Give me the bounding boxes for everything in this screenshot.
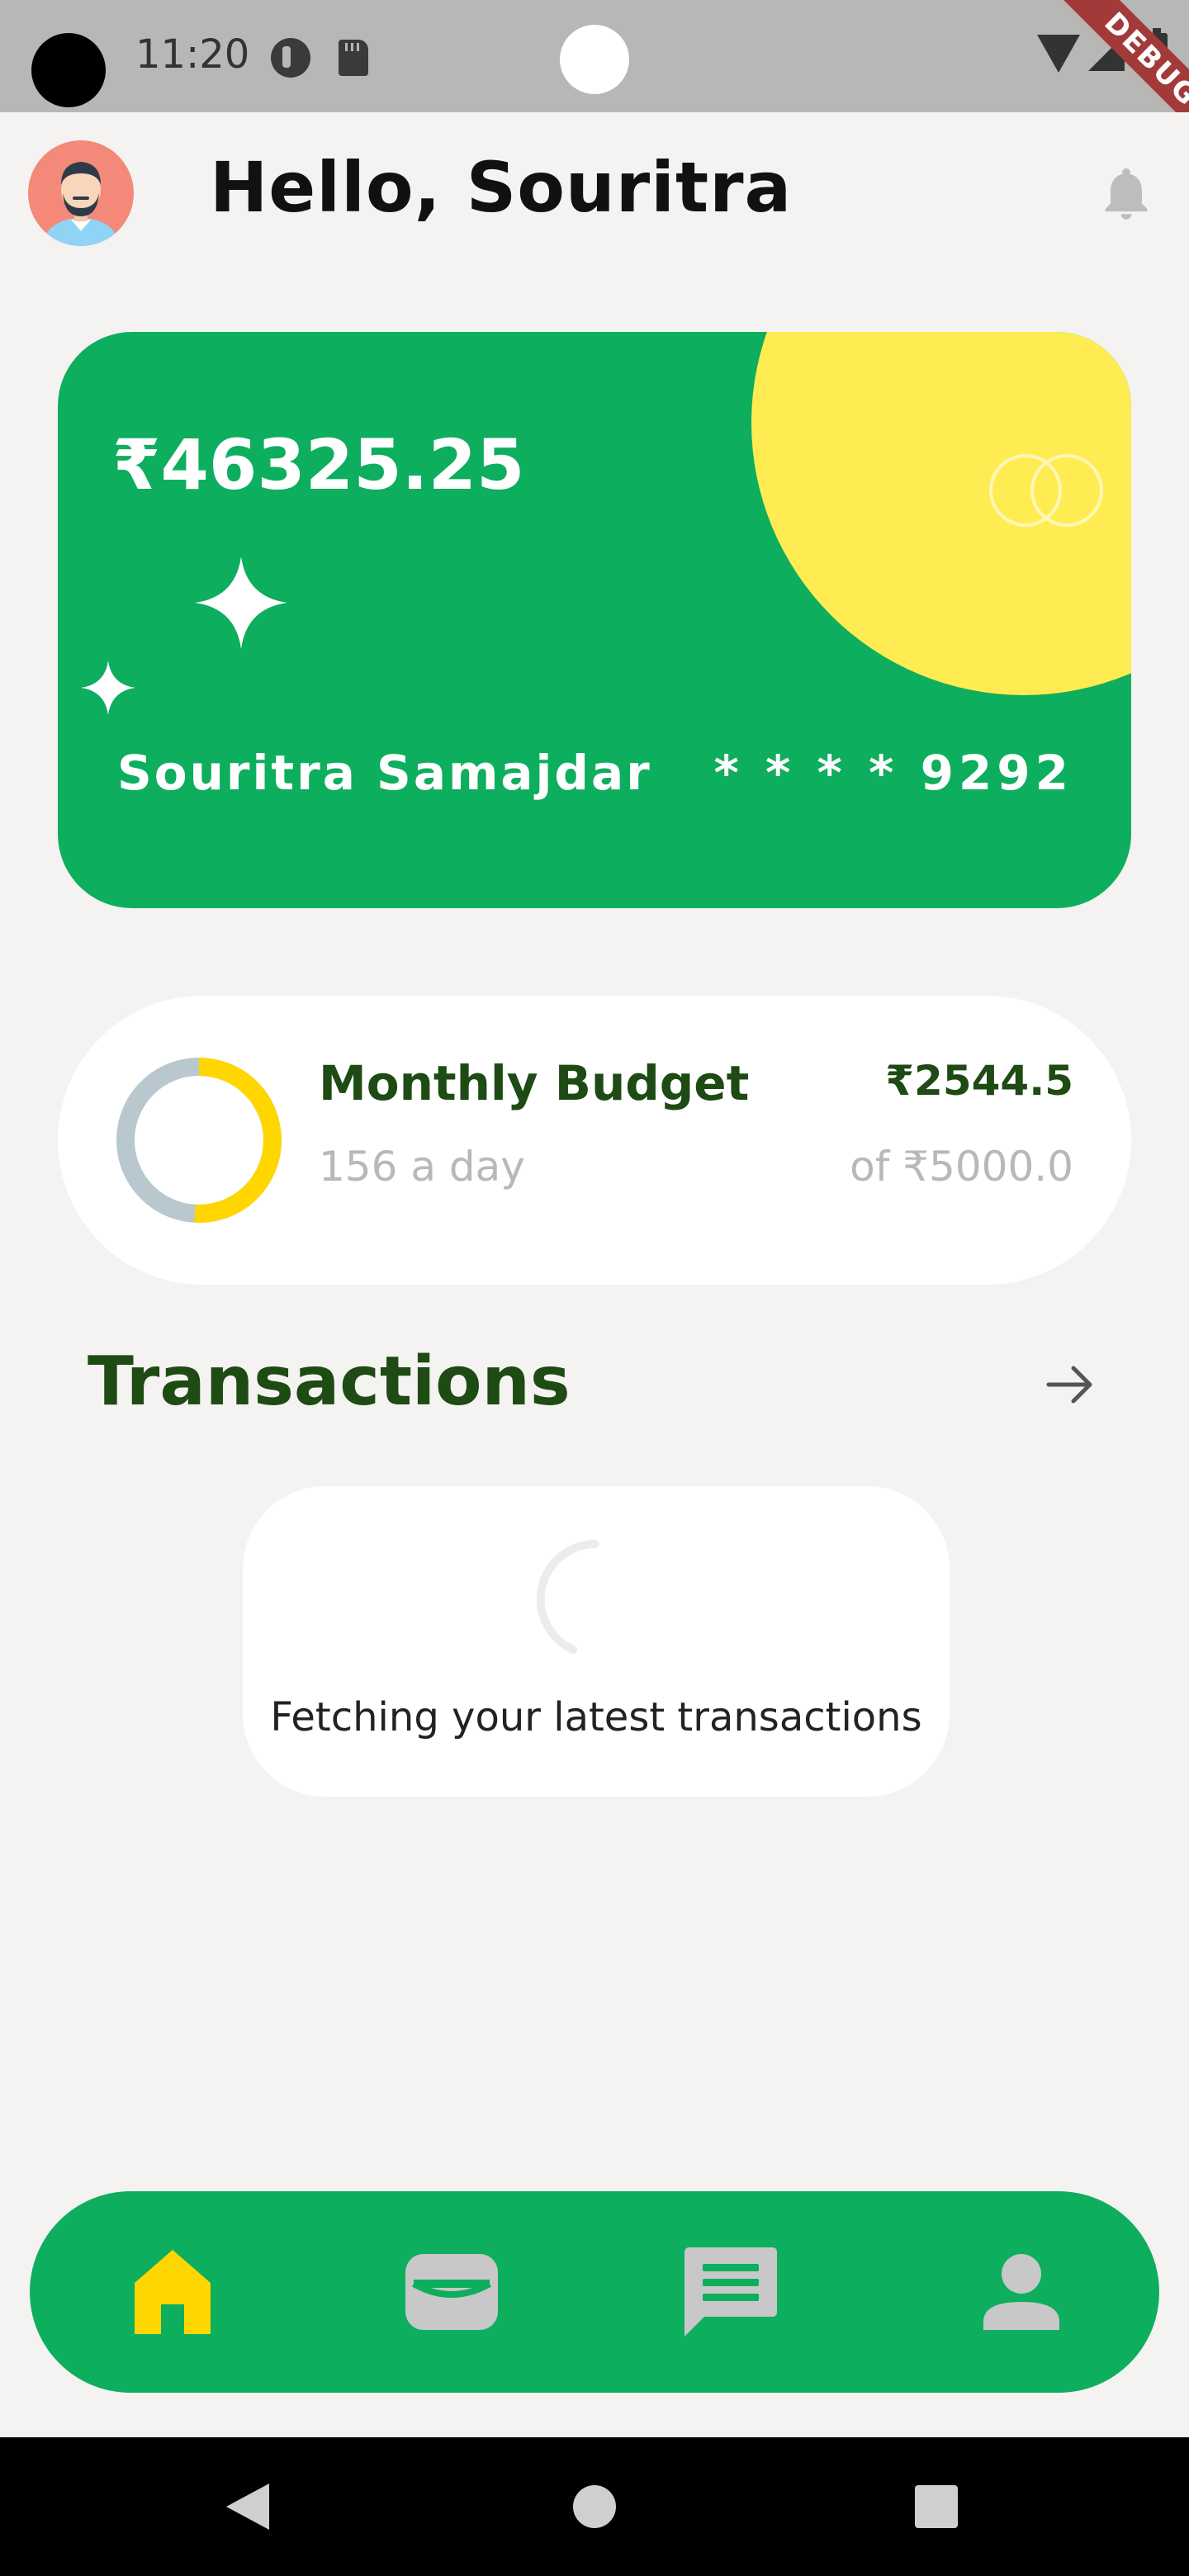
back-icon[interactable] — [223, 2480, 272, 2533]
monthly-budget-card[interactable]: Monthly Budget ₹2544.5 156 a day of ₹500… — [58, 996, 1131, 1285]
home-button-icon[interactable] — [573, 2485, 616, 2528]
balance-card[interactable]: ₹46325.25 Souritra Samajdar * * * * 9292 — [58, 332, 1131, 908]
nav-home[interactable] — [119, 2241, 226, 2343]
chat-icon — [685, 2247, 777, 2337]
loading-spinner-icon — [536, 1540, 599, 1654]
notification-app-icon — [271, 38, 310, 78]
budget-progress-ring — [116, 1058, 282, 1223]
wifi-icon — [1037, 35, 1080, 73]
status-time: 11:20 — [135, 31, 250, 78]
nav-wallet[interactable] — [398, 2241, 505, 2343]
transactions-loading-text: Fetching your latest transactions — [270, 1694, 922, 1740]
arrow-right-icon[interactable] — [1045, 1364, 1095, 1405]
transactions-loading-card: Fetching your latest transactions — [243, 1486, 950, 1797]
budget-title: Monthly Budget — [319, 1055, 750, 1111]
recent-apps-icon[interactable] — [915, 2485, 958, 2528]
camera-cutout — [31, 33, 106, 107]
card-network-logo-icon — [989, 454, 1103, 527]
greeting-title: Hello, Souritra — [210, 147, 793, 228]
card-balance: ₹46325.25 — [112, 424, 525, 505]
budget-daily-rate: 156 a day — [319, 1143, 525, 1191]
wallet-icon — [405, 2254, 498, 2330]
sparkle-small-icon — [81, 661, 135, 715]
budget-total-amount: of ₹5000.0 — [850, 1143, 1073, 1191]
avatar[interactable] — [28, 140, 134, 246]
system-navigation-bar — [0, 2437, 1189, 2576]
transactions-title: Transactions — [88, 1342, 571, 1421]
avatar-icon — [45, 162, 117, 246]
bell-icon[interactable] — [1095, 162, 1158, 225]
card-masked-number: * * * * 9292 — [713, 745, 1073, 801]
card-holder-name: Souritra Samajdar — [117, 745, 652, 801]
bottom-navigation — [30, 2191, 1159, 2393]
front-camera-icon — [560, 25, 629, 94]
home-icon — [135, 2250, 211, 2334]
sd-card-icon — [339, 40, 368, 76]
nav-profile[interactable] — [968, 2241, 1075, 2343]
profile-icon — [983, 2254, 1059, 2330]
nav-messages[interactable] — [677, 2241, 784, 2343]
sparkle-icon — [195, 556, 287, 649]
budget-spent-amount: ₹2544.5 — [885, 1057, 1073, 1105]
status-bar: 11:20 DEBUG — [0, 0, 1189, 112]
